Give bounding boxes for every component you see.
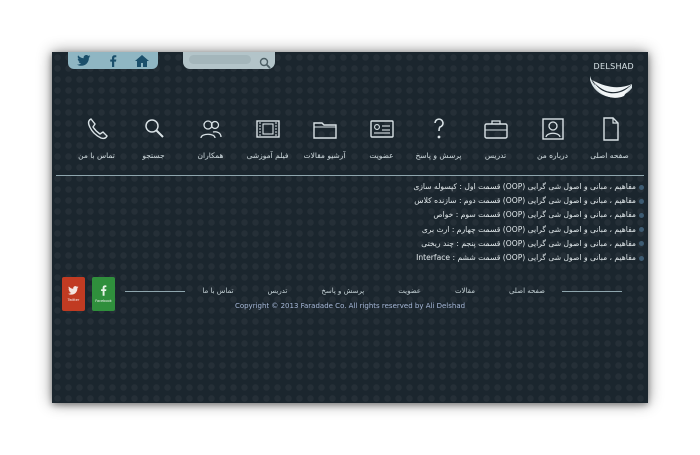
nav-label: آرشیو مقالات — [303, 151, 346, 160]
nav-label: عضویت — [369, 151, 394, 160]
nav-label: همکاران — [197, 151, 224, 160]
facebook-icon[interactable] — [109, 54, 117, 67]
article-link[interactable]: مفاهیم ، مبانی و اصول شی گرایی (OOP) قسم… — [421, 237, 636, 251]
list-item[interactable]: مفاهیم ، مبانی و اصول شی گرایی (OOP) قسم… — [84, 180, 644, 194]
nav-label: درباره من — [537, 151, 568, 160]
list-item[interactable]: مفاهیم ، مبانی و اصول شی گرایی (OOP) قسم… — [84, 251, 644, 265]
id-card-icon — [369, 120, 394, 138]
nav-label: تدریس — [484, 151, 507, 160]
article-list: مفاهیم ، مبانی و اصول شی گرایی (OOP) قسم… — [84, 180, 644, 265]
home-icon[interactable] — [135, 54, 149, 67]
copyright-text: Copyright © 2013 Faradade Co. All rights… — [234, 302, 466, 310]
bullet-icon — [639, 184, 644, 190]
main-nav: صفحه اصلی درباره من تدریس پرسش و پاسخ عض… — [52, 114, 648, 166]
list-item[interactable]: مفاهیم ، مبانی و اصول شی گرایی (OOP) قسم… — [84, 223, 644, 237]
twitter-icon[interactable] — [77, 55, 91, 66]
list-item[interactable]: مفاهیم ، مبانی و اصول شی گرایی (OOP) قسم… — [84, 194, 644, 208]
document-icon — [602, 117, 619, 141]
bullet-icon — [639, 212, 644, 218]
nav-label: پرسش و پاسخ — [415, 151, 462, 160]
footer-link-membership[interactable]: عضویت — [398, 287, 421, 295]
footer-link-qa[interactable]: پرسش و پاسخ — [321, 287, 364, 295]
nav-label: فیلم آموزشی — [246, 151, 289, 160]
article-link[interactable]: مفاهیم ، مبانی و اصول شی گرایی (OOP) قسم… — [414, 194, 636, 208]
users-icon — [199, 120, 222, 139]
article-link[interactable]: مفاهیم ، مبانی و اصول شی گرایی (OOP) قسم… — [416, 251, 636, 265]
footer-line-right — [562, 290, 622, 292]
article-link[interactable]: مفاهیم ، مبانی و اصول شی گرایی (OOP) قسم… — [422, 223, 636, 237]
folder-icon — [312, 122, 337, 139]
question-icon — [433, 118, 444, 139]
nav-label: تماس با من — [78, 151, 115, 160]
bullet-icon — [639, 227, 644, 233]
footer-link-contact[interactable]: تماس با ما — [202, 287, 233, 295]
search-box — [183, 52, 275, 69]
nav-item-membership[interactable]: عضویت — [353, 114, 410, 166]
search-input[interactable] — [189, 55, 251, 64]
content-divider — [56, 175, 644, 176]
logo-text: DELSHAD — [593, 62, 634, 71]
phone-icon — [87, 118, 108, 140]
bullet-icon — [639, 255, 644, 261]
top-social-bar — [68, 52, 158, 69]
search-icon — [144, 119, 164, 138]
nav-item-qa[interactable]: پرسش و پاسخ — [410, 114, 467, 166]
footer-link-articles[interactable]: مقالات — [455, 287, 475, 295]
film-icon — [255, 120, 280, 138]
briefcase-icon — [483, 120, 508, 139]
list-item[interactable]: مفاهیم ، مبانی و اصول شی گرایی (OOP) قسم… — [84, 237, 644, 251]
nav-label: جستجو — [142, 151, 165, 160]
nav-item-archive[interactable]: آرشیو مقالات — [296, 114, 353, 166]
nav-item-home[interactable]: صفحه اصلی — [581, 114, 638, 166]
nav-item-contact[interactable]: تماس با من — [68, 114, 125, 166]
portrait-icon — [541, 118, 564, 140]
footer-nav: صفحه اصلی مقالات عضویت پرسش و پاسخ تدریس… — [122, 285, 622, 297]
twitter-bird-icon — [68, 286, 79, 295]
nav-item-about[interactable]: درباره من — [524, 114, 581, 166]
nav-item-videos[interactable]: فیلم آموزشی — [239, 114, 296, 166]
footer-link-teaching[interactable]: تدریس — [267, 287, 287, 295]
footer-link-home[interactable]: صفحه اصلی — [509, 287, 545, 295]
article-link[interactable]: مفاهیم ، مبانی و اصول شی گرایی (OOP) قسم… — [433, 208, 636, 222]
page-frame: DELSHAD صفحه اصلی درباره من تدریس پرسش و… — [52, 52, 648, 403]
nav-item-search[interactable]: جستجو — [125, 114, 182, 166]
list-item[interactable]: مفاهیم ، مبانی و اصول شی گرایی (OOP) قسم… — [84, 208, 644, 222]
bullet-icon — [639, 241, 644, 247]
nav-item-colleagues[interactable]: همکاران — [182, 114, 239, 166]
nav-label: صفحه اصلی — [590, 151, 629, 160]
nav-item-teaching[interactable]: تدریس — [467, 114, 524, 166]
bullet-icon — [639, 198, 644, 204]
article-link[interactable]: مفاهیم ، مبانی و اصول شی گرایی (OOP) قسم… — [413, 180, 636, 194]
footer-line-left — [125, 290, 186, 292]
facebook-f-icon — [101, 285, 107, 296]
magnifier-icon[interactable] — [259, 54, 271, 73]
